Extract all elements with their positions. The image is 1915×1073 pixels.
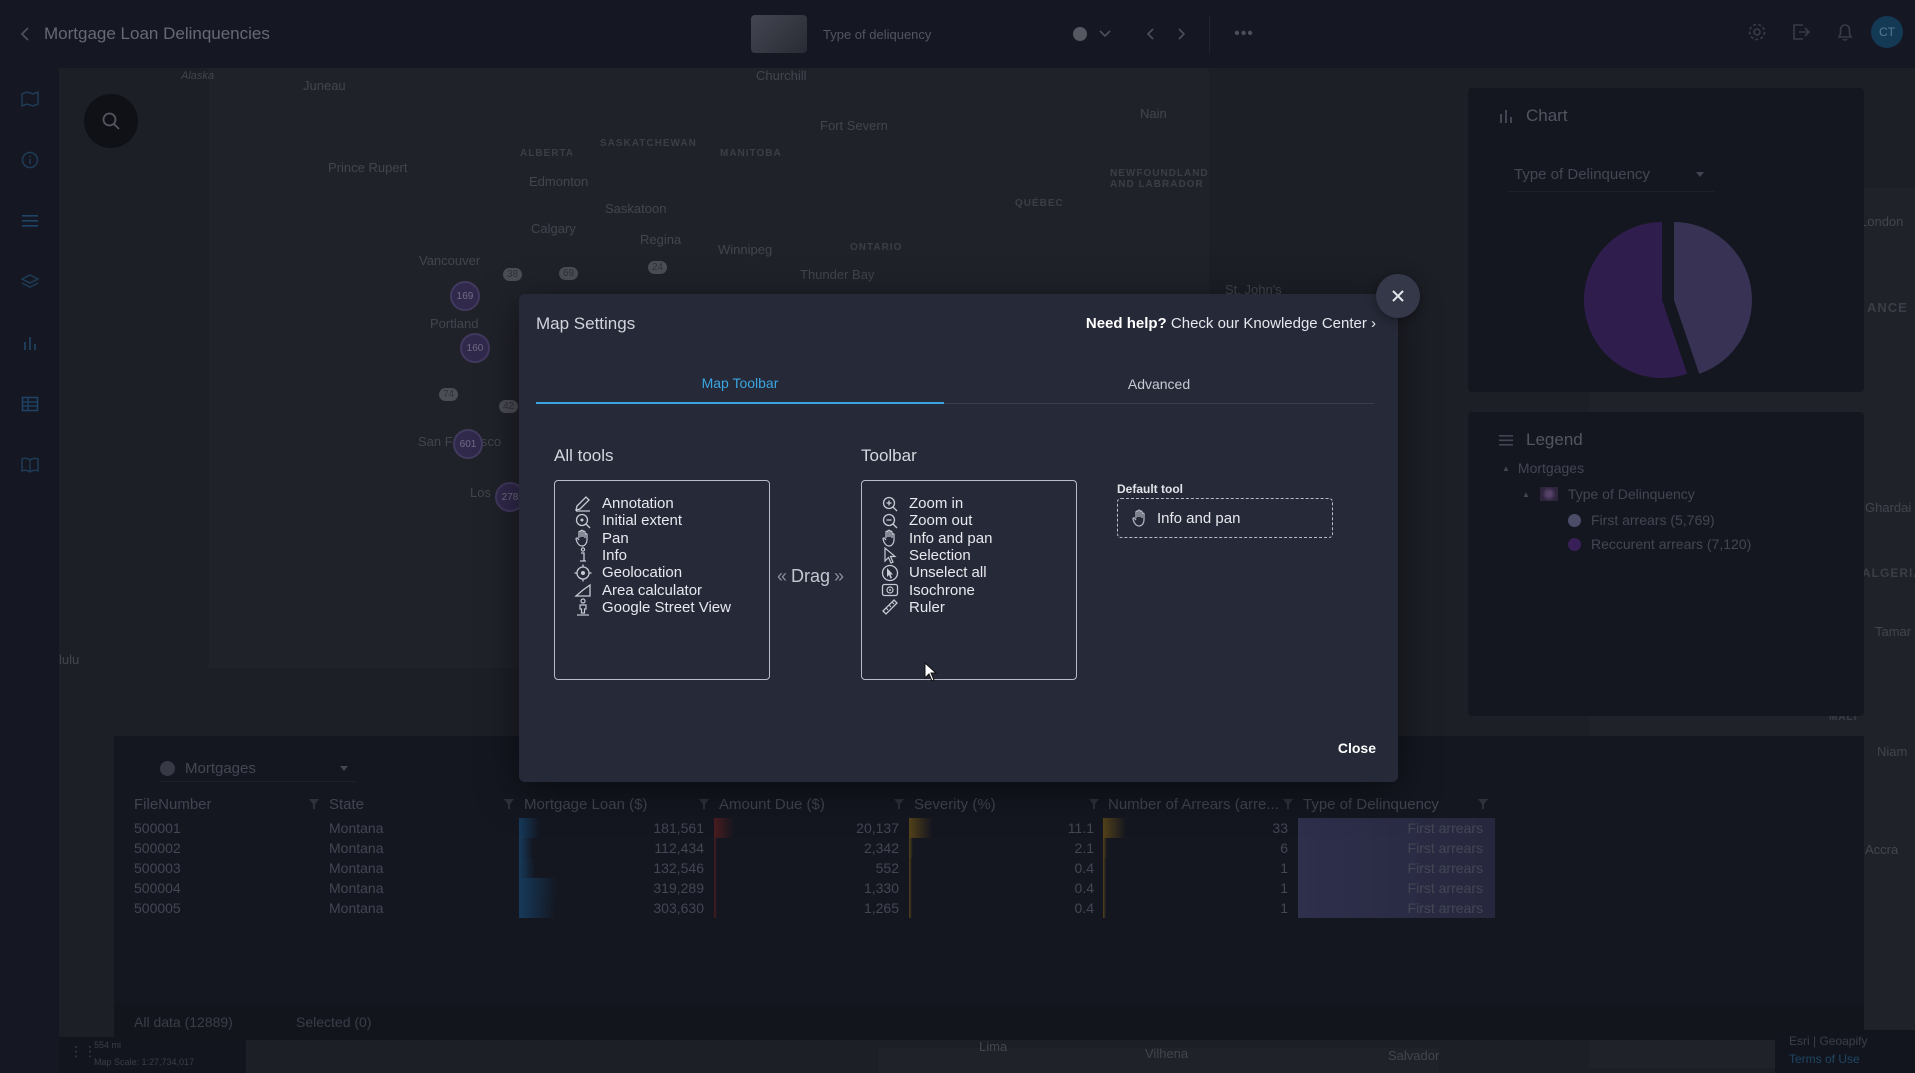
mouse-cursor-icon bbox=[924, 662, 938, 682]
tool-label: Ruler bbox=[909, 598, 945, 616]
dialog-title: Map Settings bbox=[536, 314, 636, 333]
knowledge-center-link[interactable]: Check our Knowledge Center › bbox=[1171, 315, 1376, 332]
tab-map-toolbar[interactable]: Map Toolbar bbox=[536, 364, 944, 404]
tab-advanced[interactable]: Advanced bbox=[944, 364, 1374, 404]
app-root: Alaska Juneau Churchill Nain Fort Severn… bbox=[0, 0, 1915, 1073]
all-tools-list[interactable]: Annotation Initial extent Pan Info Geolocati… bbox=[554, 480, 770, 680]
close-icon[interactable] bbox=[1376, 274, 1420, 318]
drag-hint: « Drag » bbox=[777, 566, 844, 587]
tool-label: Google Street View bbox=[602, 598, 731, 616]
ruler-icon bbox=[880, 598, 899, 617]
help-link[interactable]: Need help? Check our Knowledge Center › bbox=[1086, 315, 1376, 332]
all-tools-title: All tools bbox=[554, 446, 614, 465]
default-tool-label: Default tool bbox=[1117, 482, 1183, 496]
pegman-icon bbox=[573, 598, 592, 617]
drag-label: Drag bbox=[791, 566, 831, 586]
tool-item[interactable]: Google Street View bbox=[573, 597, 731, 618]
dialog-tabs: Map Toolbar Advanced bbox=[536, 364, 1374, 404]
default-tool-dropzone[interactable]: Info and pan bbox=[1117, 498, 1333, 538]
toolbar-tools-list[interactable]: Zoom in Zoom out Info and pan Selection Unse… bbox=[861, 480, 1077, 680]
map-settings-dialog: Map Settings Need help? Check our Knowle… bbox=[519, 294, 1398, 782]
hand-icon bbox=[1130, 509, 1149, 528]
tool-item[interactable]: Ruler bbox=[880, 597, 945, 618]
close-button[interactable]: Close bbox=[1338, 740, 1376, 756]
toolbar-title: Toolbar bbox=[861, 446, 917, 465]
double-chevron-right-icon: » bbox=[834, 566, 845, 586]
default-tool-value: Info and pan bbox=[1157, 509, 1241, 527]
help-prefix: Need help? bbox=[1085, 315, 1167, 332]
double-chevron-left-icon: « bbox=[777, 566, 788, 586]
